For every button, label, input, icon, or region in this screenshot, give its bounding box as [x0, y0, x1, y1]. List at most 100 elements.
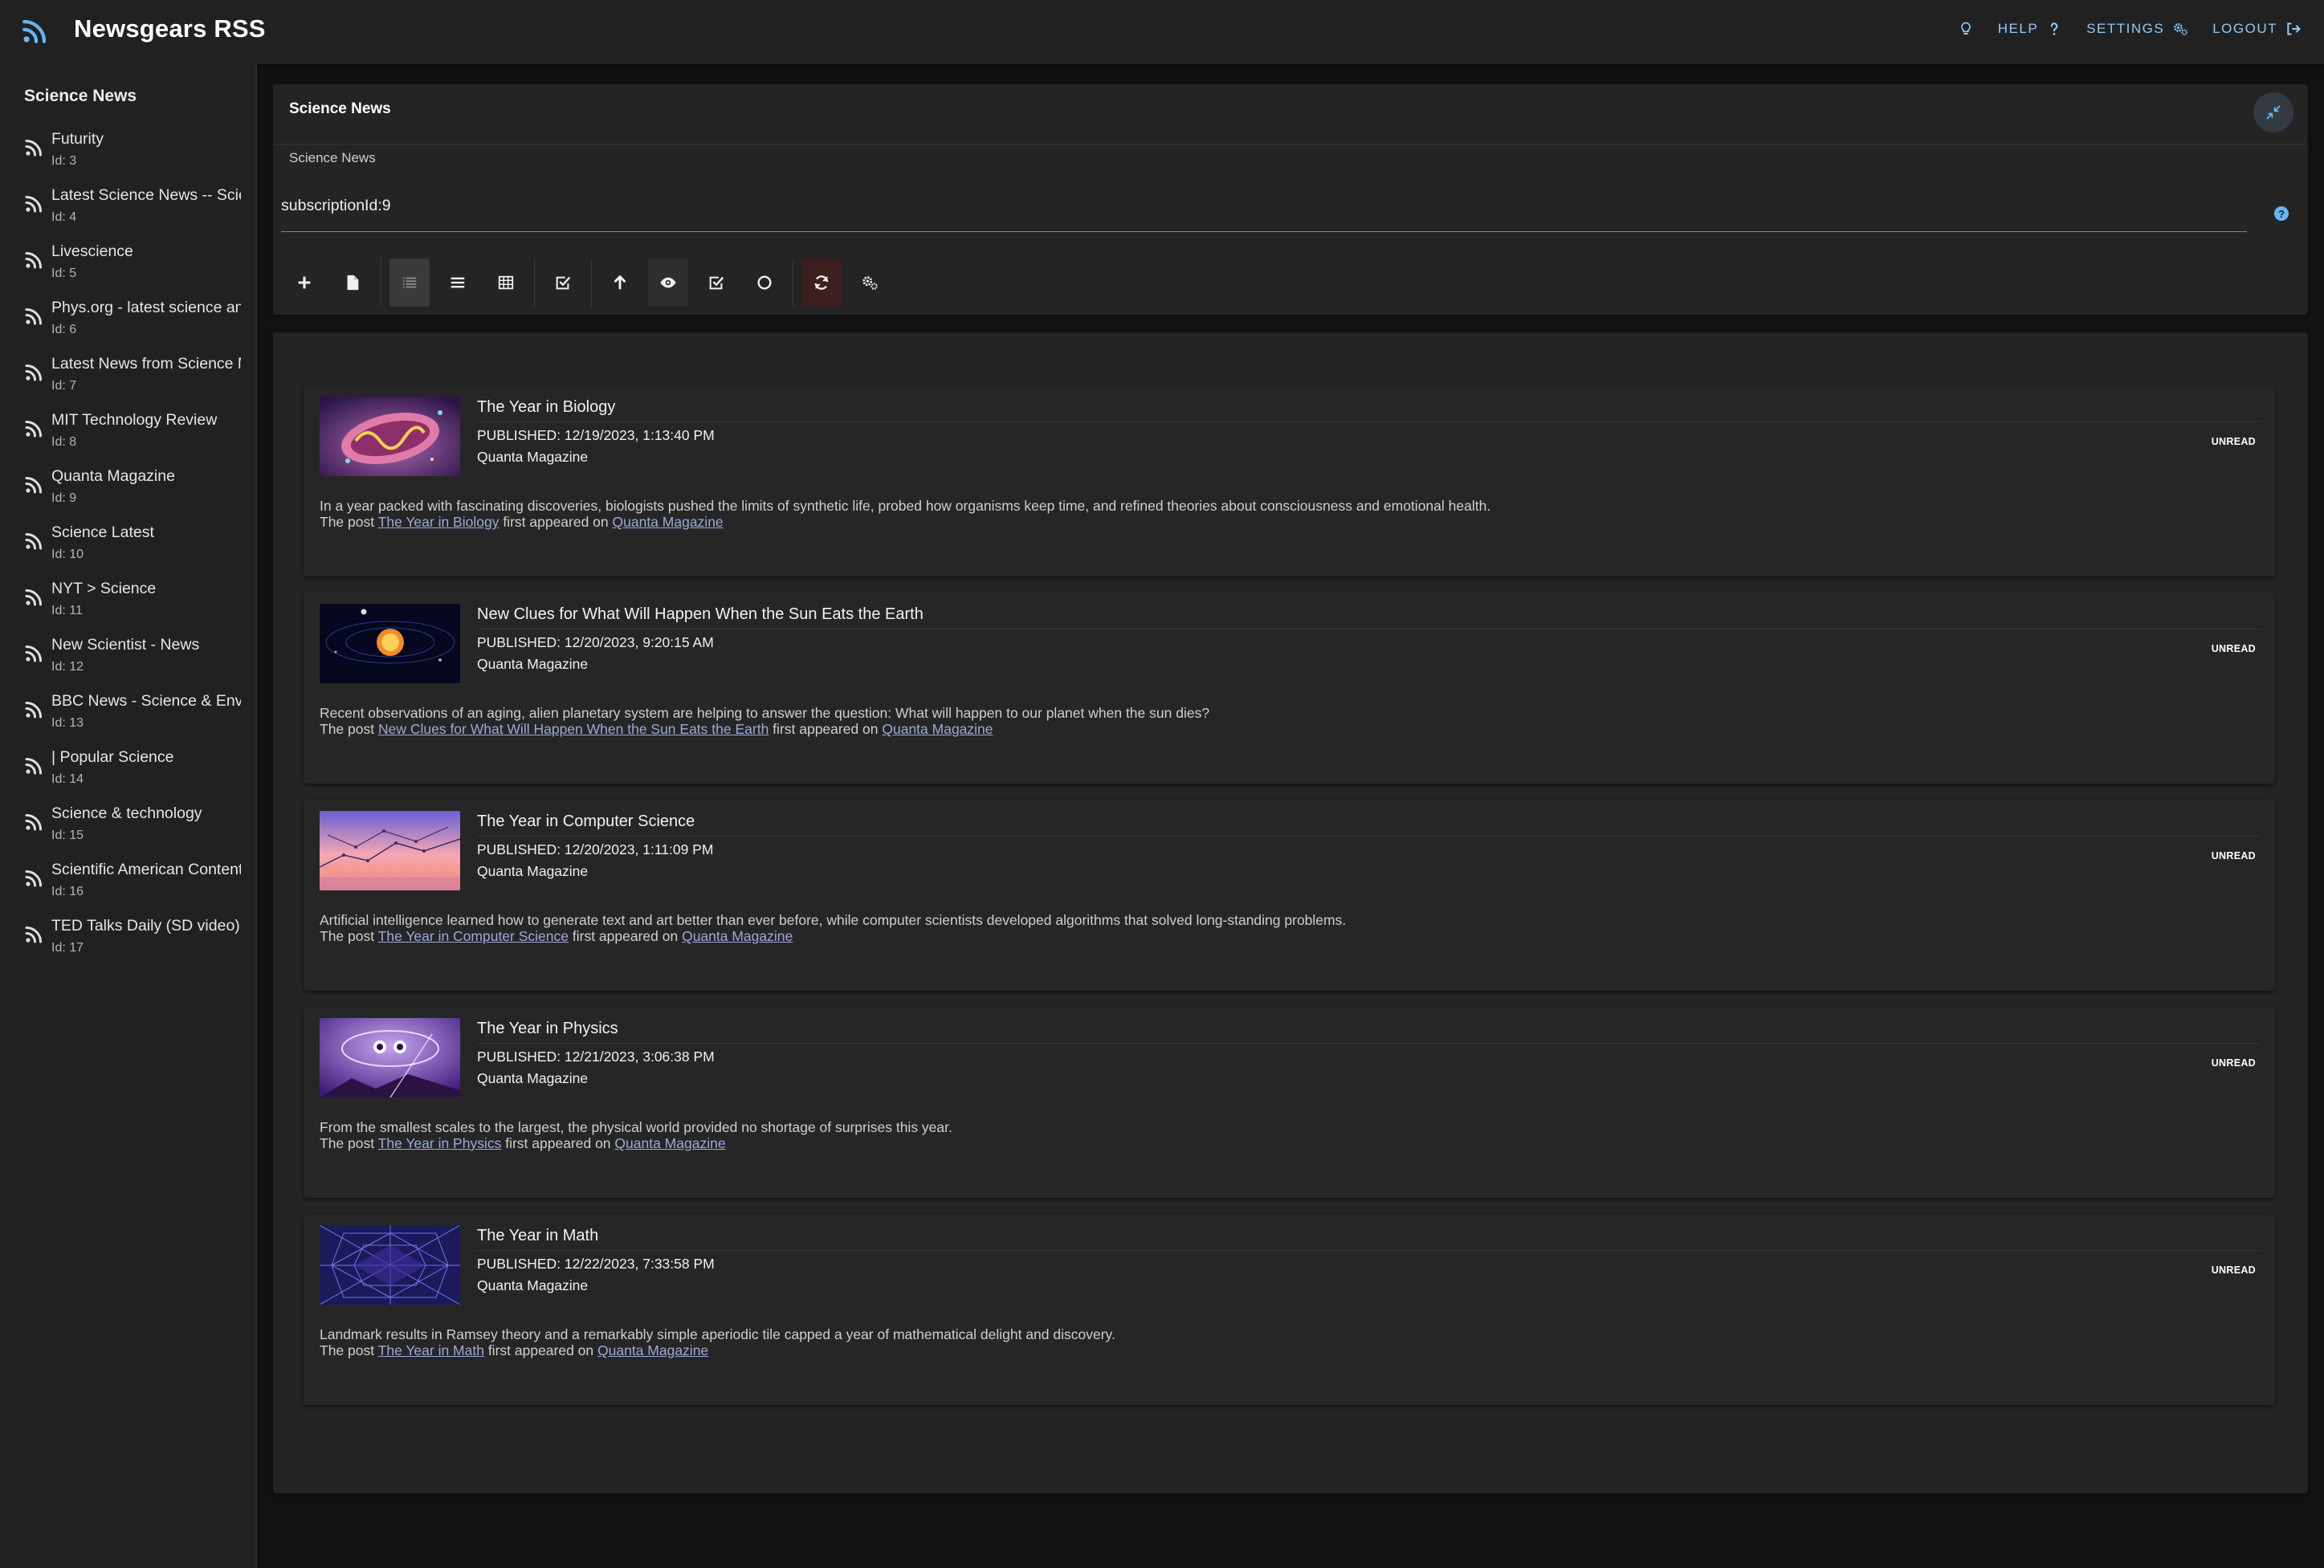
refresh-icon — [814, 275, 829, 290]
feed-id: Id: 9 — [51, 491, 77, 505]
post-middle: first appeared on — [499, 514, 613, 530]
query-settings-button[interactable] — [850, 259, 890, 307]
article-thumbnail[interactable] — [320, 1018, 460, 1098]
settings-button[interactable]: SETTINGS — [2086, 21, 2188, 37]
article-thumbnail[interactable] — [320, 397, 460, 476]
post-link[interactable]: New Clues for What Will Happen When the … — [378, 721, 769, 737]
feed-id: Id: 10 — [51, 548, 84, 561]
sidebar-feed-item[interactable]: Quanta Magazine Id: 9 — [0, 464, 255, 520]
article-title[interactable]: The Year in Math — [477, 1227, 598, 1245]
article-thumbnail-image — [320, 1225, 460, 1305]
query-input[interactable] — [281, 192, 2247, 232]
article-card[interactable]: New Clues for What Will Happen When the … — [304, 593, 2275, 784]
sidebar-feed-item[interactable]: Livescience Id: 5 — [0, 239, 255, 295]
feed-name: Phys.org - latest science and technology… — [51, 299, 241, 316]
rss-icon — [25, 814, 42, 831]
description-text: In a year packed with fascinating discov… — [320, 498, 1491, 514]
status-badge: UNREAD — [2211, 850, 2256, 861]
post-link[interactable]: The Year in Biology — [378, 514, 499, 530]
article-source: Quanta Magazine — [477, 863, 589, 879]
feed-id: Id: 16 — [51, 885, 84, 898]
post-link[interactable]: The Year in Math — [378, 1342, 484, 1358]
help-button[interactable]: HELP — [1998, 21, 2062, 37]
sidebar-feed-item[interactable]: Science & technology Id: 15 — [0, 801, 255, 857]
status-badge: UNREAD — [2211, 643, 2256, 654]
feed-name: MIT Technology Review — [51, 411, 218, 429]
sidebar-feed-item[interactable]: TED Talks Daily (SD video) Id: 17 — [0, 914, 255, 970]
post-attribution: The post The Year in Physics first appea… — [320, 1135, 2247, 1151]
show-read-button[interactable] — [648, 259, 688, 307]
query-help-icon[interactable]: ? — [2274, 206, 2289, 221]
article-card[interactable]: The Year in Physics PUBLISHED: 12/21/2023… — [304, 1007, 2275, 1198]
mark-all-read-button[interactable] — [696, 259, 736, 307]
title-divider — [477, 836, 2260, 837]
rss-icon — [25, 533, 42, 550]
article-description: From the smallest scales to the largest,… — [320, 1119, 2247, 1151]
sidebar-feed-item[interactable]: Phys.org - latest science and technology… — [0, 295, 255, 352]
mark-selected-button[interactable] — [543, 259, 583, 307]
feed-id: Id: 8 — [51, 435, 77, 449]
logout-button[interactable]: LOGOUT — [2212, 21, 2302, 37]
article-published: PUBLISHED: 12/20/2023, 1:11:09 PM — [477, 841, 714, 857]
source-link[interactable]: Quanta Magazine — [682, 928, 793, 944]
sidebar-feed-item[interactable]: Latest Science News -- ScienceDaily Id: 4 — [0, 183, 255, 239]
sidebar-feed-item[interactable]: Scientific American Content Id: 16 — [0, 857, 255, 914]
article-published: PUBLISHED: 12/19/2023, 1:13:40 PM — [477, 427, 715, 443]
feed-name: Science & technology — [51, 804, 202, 822]
scroll-top-button[interactable] — [600, 259, 640, 307]
source-link[interactable]: Quanta Magazine — [614, 1135, 725, 1151]
new-document-button[interactable] — [332, 259, 373, 307]
file-icon — [347, 275, 359, 291]
logout-label: LOGOUT — [2212, 21, 2277, 36]
articles-panel: The Year in Biology PUBLISHED: 12/19/2023… — [273, 332, 2308, 1493]
feed-id: Id: 5 — [51, 267, 77, 280]
feed-id: Id: 14 — [51, 772, 84, 786]
title-divider — [477, 1250, 2260, 1251]
tips-button[interactable] — [1958, 21, 1974, 37]
post-attribution: The post New Clues for What Will Happen … — [320, 721, 2247, 737]
article-description: In a year packed with fascinating discov… — [320, 498, 2247, 530]
sidebar-feed-item[interactable]: NYT > Science Id: 11 — [0, 576, 255, 633]
sidebar-feed-item[interactable]: Science Latest Id: 10 — [0, 520, 255, 576]
circle-icon — [757, 275, 772, 290]
sidebar-feed-item[interactable]: Latest News from Science Magazine Id: 7 — [0, 352, 255, 408]
list-view-button[interactable] — [389, 259, 430, 307]
article-title[interactable]: The Year in Computer Science — [477, 813, 695, 831]
app-title: Newsgears RSS — [74, 14, 266, 43]
collapse-button[interactable] — [2253, 92, 2293, 132]
refresh-button[interactable] — [801, 259, 842, 307]
check-square-icon — [709, 276, 724, 290]
article-card[interactable]: The Year in Computer Science PUBLISHED: 1… — [304, 800, 2275, 991]
article-thumbnail-image — [320, 811, 460, 890]
rss-icon[interactable] — [21, 18, 48, 45]
add-button[interactable] — [284, 259, 324, 307]
panel-divider — [273, 144, 2308, 145]
toolbar — [284, 259, 898, 307]
compact-view-button[interactable] — [438, 259, 478, 307]
mark-unread-button[interactable] — [744, 259, 785, 307]
article-title[interactable]: New Clues for What Will Happen When the … — [477, 605, 923, 624]
post-link[interactable]: The Year in Physics — [378, 1135, 502, 1151]
article-thumbnail[interactable] — [320, 604, 460, 683]
article-title[interactable]: The Year in Biology — [477, 398, 615, 417]
source-link[interactable]: Quanta Magazine — [613, 514, 724, 530]
source-link[interactable]: Quanta Magazine — [882, 721, 993, 737]
post-link[interactable]: The Year in Computer Science — [378, 928, 569, 944]
article-title[interactable]: The Year in Physics — [477, 1020, 618, 1038]
rss-icon — [25, 477, 42, 494]
table-view-button[interactable] — [486, 259, 526, 307]
sidebar-feed-item[interactable]: | Popular Science Id: 14 — [0, 745, 255, 801]
sidebar-feed-item[interactable]: MIT Technology Review Id: 8 — [0, 408, 255, 464]
rss-icon — [25, 365, 42, 381]
settings-label: SETTINGS — [2086, 21, 2165, 36]
source-link[interactable]: Quanta Magazine — [597, 1342, 708, 1358]
sidebar-feed-item[interactable]: New Scientist - News Id: 12 — [0, 633, 255, 689]
article-thumbnail[interactable] — [320, 1225, 460, 1305]
description-text: Artificial intelligence learned how to g… — [320, 912, 1347, 928]
article-card[interactable]: The Year in Math PUBLISHED: 12/22/2023, 7… — [304, 1214, 2275, 1405]
sidebar-feed-item[interactable]: Futurity Id: 3 — [0, 127, 255, 183]
article-card[interactable]: The Year in Biology PUBLISHED: 12/19/2023… — [304, 385, 2275, 576]
sidebar-feed-item[interactable]: BBC News - Science & Environment Id: 13 — [0, 689, 255, 745]
post-attribution: The post The Year in Math first appeared… — [320, 1342, 2247, 1358]
article-thumbnail[interactable] — [320, 811, 460, 890]
